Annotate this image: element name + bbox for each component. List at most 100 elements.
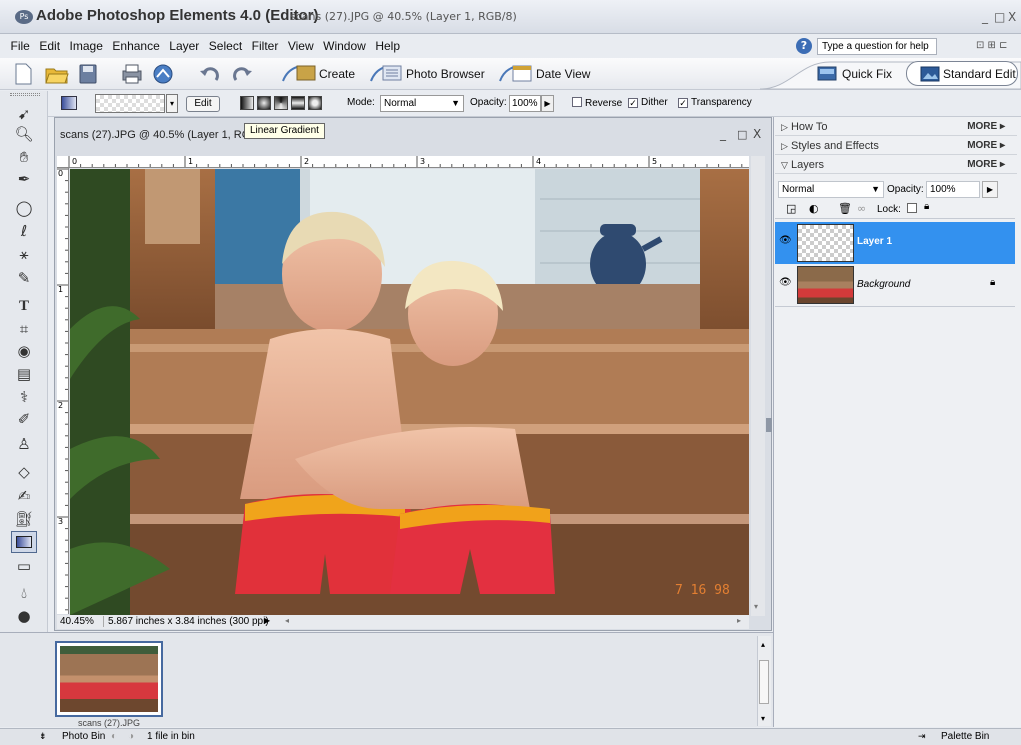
transparency-checkbox[interactable]: ✓ Transparency: [678, 97, 752, 108]
how-to-more-button[interactable]: MORE ▸: [967, 118, 1005, 136]
opacity-slider-button[interactable]: ▶: [541, 95, 554, 112]
brush-tool-icon[interactable]: ✍: [14, 486, 34, 506]
menu-enhance[interactable]: Enhance: [109, 35, 162, 57]
help-icon[interactable]: ?: [796, 38, 812, 54]
delete-layer-icon[interactable]: 🗑︎: [838, 202, 852, 215]
doc-minimize-button[interactable]: _: [720, 127, 726, 141]
layer-visibility-eye-icon[interactable]: 👁︎: [779, 277, 792, 288]
gradient-tool-icon[interactable]: [11, 531, 37, 553]
photo-browser-button[interactable]: Photo Browser: [406, 67, 485, 81]
edit-gradient-button[interactable]: Edit: [186, 96, 220, 112]
menu-filter[interactable]: Filter: [249, 35, 282, 57]
new-file-icon[interactable]: [12, 62, 34, 86]
sponge-tool-icon[interactable]: ●: [14, 606, 34, 626]
maximize-button[interactable]: □: [994, 10, 1005, 24]
menu-help[interactable]: Help: [372, 35, 403, 57]
scroll-thumb[interactable]: [759, 660, 769, 704]
opacity-input[interactable]: 100%: [509, 95, 541, 112]
styles-effects-more-button[interactable]: MORE ▸: [967, 137, 1005, 155]
zoom-tool-icon[interactable]: 🔍︎: [14, 124, 34, 144]
image-canvas[interactable]: 7 16 98: [70, 169, 749, 615]
create-button[interactable]: Create: [319, 67, 355, 81]
reflected-gradient-button[interactable]: [291, 96, 305, 110]
palette-bin-toggle-icon[interactable]: ⇥: [918, 731, 926, 742]
gradient-picker-dropdown-icon[interactable]: ▾: [166, 94, 178, 113]
menu-select[interactable]: Select: [206, 35, 245, 57]
save-icon[interactable]: [78, 62, 98, 86]
shape-tool-icon[interactable]: ▭: [14, 556, 34, 576]
styles-effects-palette-header[interactable]: ▷ Styles and Effects MORE ▸: [775, 137, 1017, 155]
help-search-input[interactable]: Type a question for help: [817, 38, 937, 55]
type-tool-icon[interactable]: T: [14, 296, 34, 316]
new-layer-icon[interactable]: ◲: [786, 202, 796, 215]
palette-layout-icons[interactable]: ⊡ ⊞ ⊏: [976, 40, 1008, 51]
photo-bin-label[interactable]: Photo Bin: [62, 731, 105, 742]
dither-checkbox[interactable]: ✓ Dither: [628, 97, 668, 108]
palette-bin-label[interactable]: Palette Bin: [941, 731, 989, 742]
healing-brush-tool-icon[interactable]: ⚕: [14, 387, 34, 407]
quick-fix-tab[interactable]: Quick Fix: [842, 67, 892, 81]
lock-transparency-icon[interactable]: [907, 203, 917, 213]
clone-stamp-tool-icon[interactable]: ♙: [14, 434, 34, 454]
create-icon[interactable]: [281, 63, 317, 85]
status-menu-arrow-icon[interactable]: ▶: [264, 616, 270, 625]
date-view-icon[interactable]: [498, 63, 534, 85]
diamond-gradient-button[interactable]: [308, 96, 322, 110]
angle-gradient-button[interactable]: [274, 96, 288, 110]
lasso-tool-icon[interactable]: ℓ: [14, 221, 34, 241]
lock-all-icon[interactable]: 🔒︎: [924, 201, 929, 212]
undo-icon[interactable]: [198, 62, 222, 86]
layer-visibility-eye-icon[interactable]: 👁︎: [779, 235, 792, 246]
link-layers-icon[interactable]: ∞: [857, 202, 866, 215]
palette-bin-collapse-handle[interactable]: [766, 418, 772, 432]
radial-gradient-button[interactable]: [257, 96, 271, 110]
layers-palette-header[interactable]: ▽ Layers MORE ▸: [775, 156, 1017, 174]
menu-window[interactable]: Window: [320, 35, 369, 57]
magic-wand-tool-icon[interactable]: ⚹: [14, 244, 34, 264]
cookie-cutter-tool-icon[interactable]: ▤: [14, 364, 34, 384]
how-to-palette-header[interactable]: ▷ How To MORE ▸: [775, 118, 1017, 136]
scroll-down-icon[interactable]: ▾: [754, 602, 758, 611]
photo-bin-thumbnail[interactable]: [55, 641, 163, 717]
minimize-button[interactable]: _: [982, 10, 988, 24]
layer-opacity-slider-button[interactable]: ▶: [982, 181, 998, 198]
open-folder-icon[interactable]: [44, 62, 70, 86]
reverse-checkbox[interactable]: Reverse: [572, 97, 622, 109]
move-tool-icon[interactable]: ➹: [14, 104, 34, 124]
close-button[interactable]: X: [1008, 10, 1016, 24]
menu-edit[interactable]: Edit: [36, 35, 63, 57]
hand-tool-icon[interactable]: ✋︎: [14, 147, 34, 167]
scroll-left-icon[interactable]: ◂: [285, 616, 289, 625]
eyedropper-tool-icon[interactable]: ✒: [14, 169, 34, 189]
date-view-button[interactable]: Date View: [536, 67, 590, 81]
spot-healing-tool-icon[interactable]: ✐: [14, 409, 34, 429]
adjustment-layer-icon[interactable]: ◐: [809, 202, 819, 215]
zoom-level[interactable]: 40.45%: [60, 616, 94, 627]
doc-maximize-button[interactable]: □: [737, 128, 747, 141]
photo-bin-toggle-icon[interactable]: ⇟: [39, 731, 47, 742]
layer-opacity-input[interactable]: 100%: [926, 181, 980, 198]
next-photo-icon[interactable]: ◑: [128, 731, 134, 742]
blur-tool-icon[interactable]: 💧︎: [14, 583, 34, 603]
vertical-scrollbar[interactable]: ▾: [751, 156, 765, 616]
dither-checkbox-box[interactable]: ✓: [628, 98, 638, 108]
layer-row-background[interactable]: 👁︎ Background 🔒︎: [775, 264, 1015, 306]
red-eye-tool-icon[interactable]: ◉: [14, 341, 34, 361]
layer-row-layer-1[interactable]: 👁︎ Layer 1: [775, 222, 1015, 264]
print-icon[interactable]: [120, 62, 144, 86]
document-tab-title[interactable]: scans (27).JPG @ 40.5% (Layer 1, RGB/: [60, 129, 261, 141]
share-icon[interactable]: [151, 62, 175, 86]
toolbox-grip[interactable]: [10, 93, 40, 96]
paint-bucket-tool-icon[interactable]: ⛽︎: [14, 509, 34, 529]
selection-brush-tool-icon[interactable]: ✎: [14, 268, 34, 288]
doc-close-button[interactable]: X: [753, 127, 761, 141]
mode-select[interactable]: Normal ▼: [380, 95, 464, 112]
gradient-picker[interactable]: [95, 94, 165, 113]
marquee-tool-icon[interactable]: ◯: [14, 198, 34, 218]
layer-blend-mode-select[interactable]: Normal ▼: [778, 181, 884, 198]
transparency-checkbox-box[interactable]: ✓: [678, 98, 688, 108]
photo-bin-scrollbar[interactable]: ▴ ▾: [757, 636, 771, 726]
photo-browser-icon[interactable]: [369, 63, 403, 85]
crop-tool-icon[interactable]: ⌗: [14, 319, 34, 339]
eraser-tool-icon[interactable]: ◇: [14, 462, 34, 482]
